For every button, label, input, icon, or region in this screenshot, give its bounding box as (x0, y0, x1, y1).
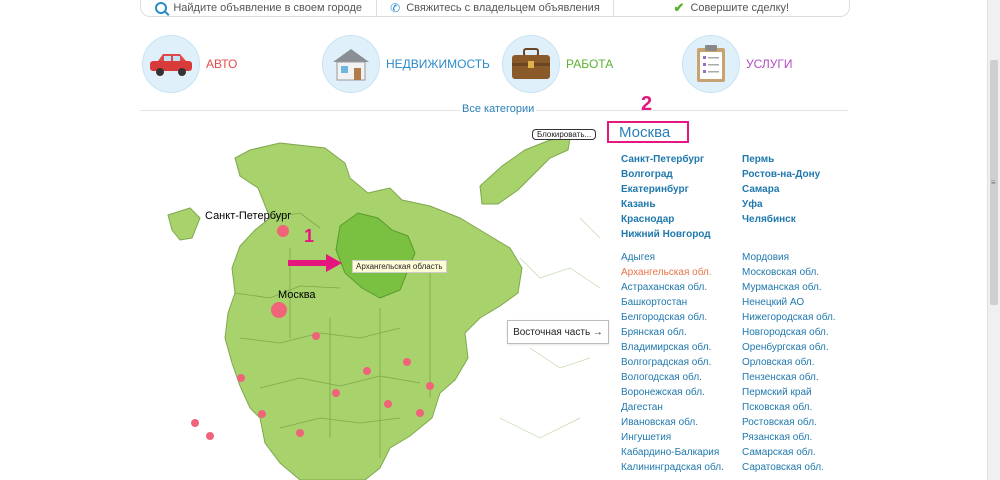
city-link[interactable]: Уфа (742, 197, 820, 212)
region-link-selected[interactable]: Архангельская обл. (621, 265, 724, 280)
region-link[interactable]: Воронежская обл. (621, 385, 724, 400)
big-cities-col1: Санкт-Петербург Волгоград Екатеринбург К… (621, 152, 711, 242)
city-link[interactable]: Казань (621, 197, 711, 212)
city-link[interactable]: Челябинск (742, 212, 820, 227)
regions-map[interactable] (140, 118, 610, 480)
region-link[interactable]: Псковская обл. (742, 400, 836, 415)
step-contact: ✆ Свяжитесь с владельцем объявления (377, 0, 614, 16)
region-link[interactable]: Ненецкий АО (742, 295, 836, 310)
region-tooltip: Архангельская область (352, 260, 447, 273)
top-steps-bar: Найдите объявление в своем городе ✆ Свяжи… (140, 0, 850, 17)
region-link[interactable]: Мурманская обл. (742, 280, 836, 295)
city-link[interactable]: Волгоград (621, 167, 711, 182)
city-link[interactable]: Нижний Новгород (621, 227, 711, 242)
region-link[interactable]: Волгоградская обл. (621, 355, 724, 370)
search-icon (155, 2, 168, 14)
phone-icon: ✆ (390, 1, 401, 15)
category-services[interactable]: УСЛУГИ (682, 35, 793, 93)
regions-col2: Мордовия Московская обл. Мурманская обл.… (742, 250, 836, 475)
region-link[interactable]: Ивановская обл. (621, 415, 724, 430)
city-link[interactable]: Екатеринбург (621, 182, 711, 197)
map-label-moscow: Москва (278, 289, 316, 301)
category-auto-label: АВТО (206, 57, 238, 71)
region-link[interactable]: Орловская обл. (742, 355, 836, 370)
selected-city-moscow[interactable]: Москва (607, 121, 689, 143)
map-region-north-island[interactable] (479, 137, 571, 205)
region-link[interactable]: Новгородская обл. (742, 325, 836, 340)
clipboard-icon (682, 35, 740, 93)
annotation-1: 1 (304, 226, 315, 246)
car-icon (142, 35, 200, 93)
region-link[interactable]: Московская обл. (742, 265, 836, 280)
briefcase-icon (502, 35, 560, 93)
region-link[interactable]: Дагестан (621, 400, 724, 415)
city-link[interactable]: Краснодар (621, 212, 711, 227)
region-link[interactable]: Нижегородская обл. (742, 310, 836, 325)
all-categories-link[interactable]: Все категории (460, 103, 537, 115)
region-link[interactable]: Адыгея (621, 250, 724, 265)
east-part-button[interactable]: Восточная часть → (507, 320, 609, 344)
category-realty[interactable]: НЕДВИЖИМОСТЬ (322, 35, 490, 93)
region-link[interactable]: Саратовская обл. (742, 460, 836, 475)
city-link[interactable]: Пермь (742, 152, 820, 167)
region-link[interactable]: Астраханская обл. (621, 280, 724, 295)
region-link[interactable]: Пензенская обл. (742, 370, 836, 385)
region-link[interactable]: Башкортостан (621, 295, 724, 310)
region-link[interactable]: Ростовская обл. (742, 415, 836, 430)
region-link[interactable]: Брянская обл. (621, 325, 724, 340)
page-scrollbar[interactable]: ≡ (987, 0, 1000, 480)
step-deal-label: Совершите сделку! (690, 2, 790, 14)
map-region-kola[interactable] (167, 207, 201, 241)
category-services-label: УСЛУГИ (746, 57, 793, 71)
big-cities-col2: Пермь Ростов-на-Дону Самара Уфа Челябинс… (742, 152, 820, 227)
region-link[interactable]: Пермский край (742, 385, 836, 400)
block-button[interactable]: Блокировать... (532, 129, 597, 140)
city-link[interactable]: Самара (742, 182, 820, 197)
city-link[interactable]: Ростов-на-Дону (742, 167, 820, 182)
region-link[interactable]: Мордовия (742, 250, 836, 265)
step-deal: ✔ Совершите сделку! (614, 0, 849, 16)
check-icon: ✔ (673, 0, 685, 15)
step-contact-label: Свяжитесь с владельцем объявления (406, 2, 600, 14)
map-label-spb: Санкт-Петербург (205, 210, 292, 222)
region-link[interactable]: Кабардино-Балкария (621, 445, 724, 460)
step-find: Найдите объявление в своем городе (141, 0, 378, 16)
category-realty-label: НЕДВИЖИМОСТЬ (386, 57, 490, 71)
annotation-2: 2 (641, 93, 653, 115)
region-link[interactable]: Калининградская обл. (621, 460, 724, 475)
category-work-label: РАБОТА (566, 57, 614, 71)
map-region-main[interactable] (224, 142, 523, 480)
city-link[interactable]: Санкт-Петербург (621, 152, 711, 167)
scrollbar-grip-icon: ≡ (991, 178, 996, 187)
step-find-label: Найдите объявление в своем городе (173, 2, 362, 14)
house-icon (322, 35, 380, 93)
region-link[interactable]: Ингушетия (621, 430, 724, 445)
region-link[interactable]: Вологодская обл. (621, 370, 724, 385)
region-link[interactable]: Рязанская обл. (742, 430, 836, 445)
category-work[interactable]: РАБОТА (502, 35, 613, 93)
category-auto[interactable]: АВТО (142, 35, 237, 93)
region-link[interactable]: Самарская обл. (742, 445, 836, 460)
region-link[interactable]: Оренбургская обл. (742, 340, 836, 355)
region-link[interactable]: Белгородская обл. (621, 310, 724, 325)
regions-col1: Адыгея Архангельская обл. Астраханская о… (621, 250, 724, 475)
region-link[interactable]: Владимирская обл. (621, 340, 724, 355)
